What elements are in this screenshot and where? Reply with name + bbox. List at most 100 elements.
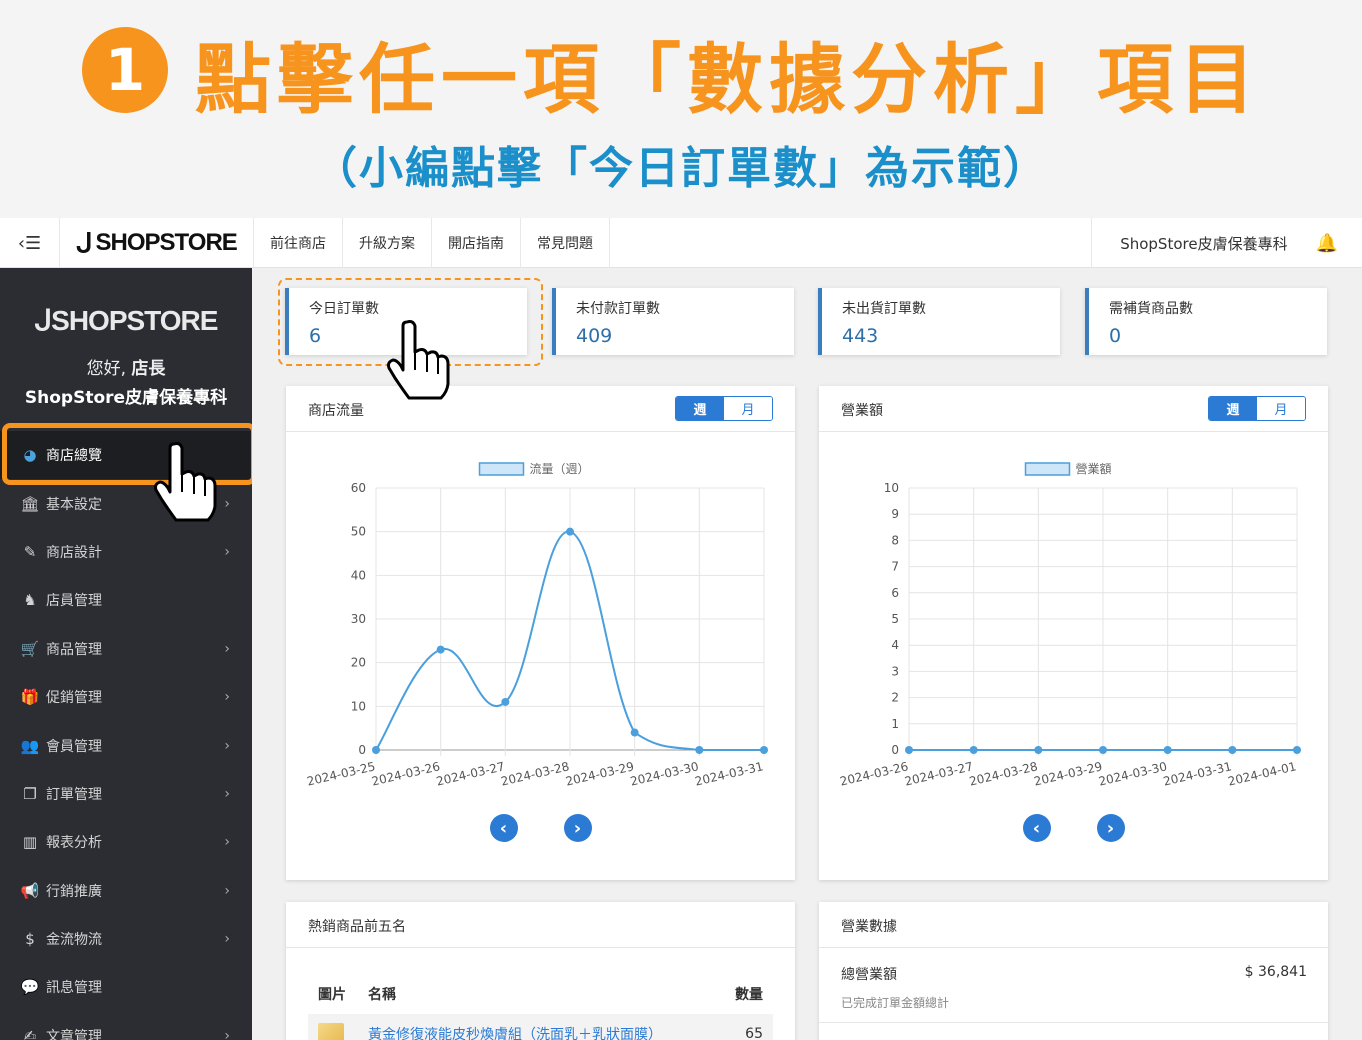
top-navbar: ‹☰ ᒍ SHOPSTORE 前往商店 升級方案 開店指南 常見問題 ShopSt…	[0, 218, 1362, 268]
sidebar-item-reports[interactable]: ▥ 報表分析 ›	[0, 818, 252, 866]
store-name-menu[interactable]: ShopStore皮膚保養專科	[1092, 233, 1315, 254]
data-point	[1034, 746, 1043, 754]
chevron-right-icon: ›	[224, 689, 230, 706]
stat-label: 未出貨訂單數	[842, 301, 926, 317]
tutorial-banner: 1 點擊任一項「數據分析」項目 （小編點擊「今日訂單數」為示範）	[0, 0, 1362, 218]
data-point	[372, 746, 380, 754]
users-icon: 👥	[20, 736, 40, 755]
dollar-icon: $	[25, 930, 35, 949]
data-point	[905, 746, 913, 754]
chevron-right-icon: ›	[224, 882, 230, 899]
legend-swatch	[1024, 462, 1071, 476]
y-tick-label: 40	[351, 568, 366, 582]
sidebar-item-products[interactable]: 🛒 商品管理 ›	[0, 625, 252, 673]
y-tick-label: 0	[891, 743, 899, 757]
bank-icon: 🏛	[20, 494, 40, 513]
sidebar-toggle-icon[interactable]: ‹☰	[0, 218, 60, 268]
table-header-row: 圖片 名稱 數量	[308, 974, 773, 1014]
logo-text: SHOPSTORE	[95, 229, 238, 256]
chevron-right-icon: ›	[224, 543, 230, 560]
sidebar-item-marketing[interactable]: 📢 行銷推廣 ›	[0, 867, 252, 915]
edit-icon: ✍	[23, 1026, 37, 1040]
chevron-right-icon[interactable]: ›	[1096, 814, 1125, 842]
sidebar-item-payment-logistics[interactable]: $ 金流物流 ›	[0, 915, 252, 963]
data-point	[695, 746, 704, 754]
y-tick-label: 10	[884, 481, 899, 495]
card-header: 商店流量 週 月	[286, 386, 795, 432]
total-revenue-label: 總營業額	[841, 967, 897, 983]
card-title: 營業額	[841, 403, 883, 419]
sidebar-item-staff[interactable]: ♞ 店員管理	[0, 576, 252, 624]
y-tick-label: 5	[891, 612, 899, 626]
card-title: 營業數據	[841, 919, 897, 935]
sidebar-store-name: ShopStore皮膚保養專科	[24, 388, 228, 408]
legend-label: 流量（週）	[530, 462, 590, 476]
toggle-week-button[interactable]: 週	[1209, 397, 1257, 420]
sidebar-item-messages[interactable]: 💬 訊息管理	[0, 963, 252, 1011]
sidebar-item-store-design[interactable]: ✎ 商店設計 ›	[0, 528, 252, 576]
x-tick-label: 2024-03-28	[968, 759, 1039, 788]
product-qty: 65	[717, 1014, 773, 1040]
chevron-right-icon: ›	[224, 737, 230, 754]
x-tick-label: 2024-03-30	[629, 759, 700, 788]
sidebar-item-basic-settings[interactable]: 🏛 基本設定 ›	[0, 479, 252, 527]
toggle-month-button[interactable]: 月	[724, 397, 772, 420]
y-tick-label: 0	[358, 743, 366, 757]
col-name-header: 名稱	[368, 987, 396, 1003]
legend-label: 營業額	[1076, 462, 1112, 476]
nav-visit-store[interactable]: 前往商店	[254, 218, 343, 268]
toggle-week-button[interactable]: 週	[676, 397, 724, 420]
total-revenue-value: $ 36,841	[1244, 964, 1307, 980]
step-number-badge: 1	[82, 27, 168, 113]
sidebar-item-articles[interactable]: ✍ 文章管理 ›	[0, 1012, 252, 1040]
banner-title: 點擊任一項「數據分析」項目	[195, 35, 1261, 124]
user-lock-icon: ♞	[23, 591, 37, 610]
stat-today-orders[interactable]: 今日訂單數 6	[285, 288, 527, 355]
x-tick-label: 2024-03-25	[306, 759, 377, 788]
sidebar-item-promotions[interactable]: 🎁 促銷管理 ›	[0, 673, 252, 721]
chevron-right-icon: ›	[224, 931, 230, 948]
card-header: 熱銷商品前五名	[286, 902, 795, 948]
chevron-right-icon: ›	[224, 495, 230, 512]
logo-mark-icon: ᒍ	[34, 305, 53, 336]
y-tick-label: 4	[891, 638, 899, 652]
top-nav-links: 前往商店 升級方案 開店指南 常見問題	[254, 218, 610, 268]
stat-label: 今日訂單數	[309, 301, 379, 317]
nav-faq[interactable]: 常見問題	[521, 218, 610, 268]
data-point	[630, 728, 639, 737]
stat-restock-products[interactable]: 需補貨商品數 0	[1085, 288, 1327, 355]
header-logo[interactable]: ᒍ SHOPSTORE	[60, 218, 254, 268]
stat-label: 未付款訂單數	[576, 301, 660, 317]
sidebar-item-members[interactable]: 👥 會員管理 ›	[0, 721, 252, 769]
toggle-month-button[interactable]: 月	[1257, 397, 1305, 420]
sidebar-item-overview[interactable]: ◕ 商店總覽	[0, 431, 252, 480]
data-point	[566, 527, 574, 536]
stat-unpaid-orders[interactable]: 未付款訂單數 409	[552, 288, 794, 355]
legend-swatch	[478, 462, 525, 476]
data-point	[501, 697, 510, 706]
sidebar-greeting: 您好, 店長	[86, 359, 166, 379]
sidebar-item-orders[interactable]: ❐ 訂單管理 ›	[0, 770, 252, 818]
x-tick-label: 2024-03-29	[564, 759, 635, 788]
main-content: 今日訂單數 6 未付款訂單數 409 未出貨訂單數 443 需補貨商品數 0 商…	[252, 268, 1362, 1040]
chevron-left-icon[interactable]: ‹	[1022, 814, 1051, 842]
stat-unshipped-orders[interactable]: 未出貨訂單數 443	[818, 288, 1060, 355]
nav-store-guide[interactable]: 開店指南	[432, 218, 521, 268]
y-tick-label: 20	[351, 656, 366, 670]
chevron-left-icon[interactable]: ‹	[489, 814, 518, 842]
dashboard-icon: ◕	[23, 446, 37, 465]
cart-icon: 🛒	[20, 639, 40, 658]
col-image-header: 圖片	[318, 987, 346, 1003]
x-tick-label: 2024-03-27	[903, 759, 974, 788]
chevron-right-icon: ›	[224, 1027, 230, 1040]
bar-chart-icon: ▥	[22, 833, 38, 852]
chevron-right-icon[interactable]: ›	[563, 814, 592, 842]
chart-pager: ‹ ›	[819, 814, 1328, 842]
x-tick-label: 2024-03-30	[1097, 759, 1168, 788]
y-tick-label: 8	[891, 533, 899, 547]
table-row: 黃金修復液能皮秒煥膚組（洗面乳＋乳狀面膜） 65	[308, 1014, 773, 1040]
bell-icon[interactable]: 🔔	[1316, 233, 1338, 254]
data-point	[969, 746, 978, 754]
product-link[interactable]: 黃金修復液能皮秒煥膚組（洗面乳＋乳狀面膜）	[368, 1024, 708, 1040]
nav-upgrade-plan[interactable]: 升級方案	[343, 218, 432, 268]
